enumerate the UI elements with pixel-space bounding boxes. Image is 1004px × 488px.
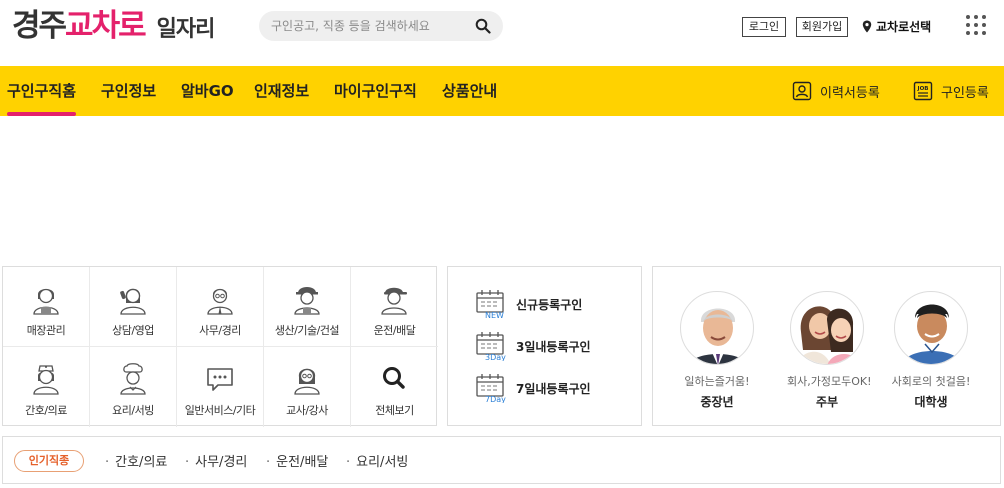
- persona-name: 중장년: [700, 395, 734, 409]
- resume-register-link[interactable]: 이력서등록: [792, 66, 880, 116]
- popular-keyword[interactable]: 사무/경리: [185, 451, 247, 470]
- calendar-icon: 7Day: [476, 374, 506, 403]
- region-label: 교차로선택: [876, 19, 932, 34]
- nav-item-job-info[interactable]: 구인정보: [101, 66, 156, 116]
- job-post-icon: JOB: [913, 81, 933, 101]
- popular-keyword[interactable]: 운전/배달: [266, 451, 328, 470]
- main-nav: 구인구직홈 구인정보 알바GO 인재정보 마이구인구직 상품안내 이력서등록 J…: [0, 66, 1004, 116]
- popular-keyword[interactable]: 간호/의료: [105, 451, 167, 470]
- search-icon[interactable]: [475, 18, 491, 34]
- cal-tag: NEW: [485, 311, 504, 319]
- category-label: 상담/영업: [112, 324, 154, 337]
- nav-item-my-page[interactable]: 마이구인구직: [334, 66, 417, 116]
- category-label: 매장관리: [26, 324, 66, 337]
- persona-subtitle: 일하는즐거움!: [684, 375, 750, 388]
- construction-worker-icon: [294, 287, 320, 315]
- nav-item-albago[interactable]: 알바GO: [181, 66, 234, 116]
- persona-subtitle: 사회로의 첫걸음!: [891, 375, 971, 388]
- persona-panel: 일하는즐거움! 중장년 회사,가정모두OK! 주부 사회로의 첫걸음! 대학생: [652, 266, 1001, 426]
- site-logo[interactable]: 경주 교차로 일자리: [12, 6, 215, 46]
- avatar: [790, 291, 864, 365]
- new-jobs-link[interactable]: NEW 신규등록구인: [476, 289, 582, 319]
- reg-label: 7일내등록구인: [516, 381, 591, 396]
- logo-city: 경주: [12, 8, 67, 44]
- header: 경주 교차로 일자리 로그인 회원가입 교차로선택: [0, 0, 1004, 66]
- category-office[interactable]: 사무/경리: [177, 267, 264, 347]
- persona-homemaker[interactable]: 회사,가정모두OK! 주부: [787, 291, 872, 410]
- category-label: 간호/의료: [25, 404, 67, 417]
- location-pin-icon: [862, 20, 872, 32]
- category-service[interactable]: 일반서비스/기타: [177, 347, 264, 427]
- login-button[interactable]: 로그인: [742, 17, 786, 37]
- consultant-icon: [120, 288, 146, 315]
- calendar-icon: NEW: [476, 290, 504, 319]
- persona-senior[interactable]: 일하는즐거움! 중장년: [677, 291, 757, 410]
- chat-icon: [207, 368, 233, 391]
- category-label: 요리/서빙: [112, 404, 154, 417]
- resume-icon: [792, 81, 812, 101]
- driver-icon: [381, 287, 407, 315]
- search-icon: [383, 367, 405, 389]
- category-teacher[interactable]: 교사/강사: [264, 347, 351, 427]
- avatar: [894, 291, 968, 365]
- nurse-icon: [33, 365, 59, 395]
- nav-item-talent-info[interactable]: 인재정보: [254, 66, 309, 116]
- reg-label: 신규등록구인: [516, 297, 583, 312]
- job-register-link[interactable]: JOB 구인등록: [913, 66, 989, 116]
- 3day-jobs-link[interactable]: 3Day 3일내등록구인: [476, 331, 591, 361]
- category-label: 교사/강사: [286, 404, 328, 417]
- category-driver[interactable]: 운전/배달: [351, 267, 438, 347]
- category-label: 생산/기술/건설: [274, 324, 340, 337]
- search-box: [259, 11, 503, 41]
- popular-jobs-bar: 인기직종 간호/의료 사무/경리 운전/배달 요리/서빙: [2, 436, 1001, 484]
- category-panel: 매장관리 상담/영업 사무/경리 생산/기술/건설 운전/배달 간호/의료 요리…: [2, 266, 438, 427]
- search-input[interactable]: [271, 15, 467, 37]
- category-label: 전체보기: [375, 404, 414, 417]
- all-menu-icon[interactable]: [966, 15, 986, 35]
- logo-section: 일자리: [156, 17, 216, 42]
- office-worker-icon: [207, 288, 233, 315]
- cal-tag: 3Day: [485, 353, 506, 361]
- nav-item-products[interactable]: 상품안내: [442, 66, 497, 116]
- category-label: 운전/배달: [373, 324, 416, 337]
- chef-icon: [120, 363, 146, 395]
- persona-student[interactable]: 사회로의 첫걸음! 대학생: [891, 291, 971, 410]
- reg-label: 3일내등록구인: [516, 339, 591, 354]
- nav-item-home[interactable]: 구인구직홈: [7, 66, 77, 116]
- calendar-icon: 3Day: [476, 332, 506, 361]
- category-consult[interactable]: 상담/영업: [90, 267, 177, 347]
- job-register-label: 구인등록: [941, 85, 989, 101]
- store-clerk-icon: [33, 288, 59, 315]
- persona-name: 대학생: [914, 395, 948, 409]
- popular-keyword[interactable]: 요리/서빙: [346, 451, 408, 470]
- 7day-jobs-link[interactable]: 7Day 7일내등록구인: [476, 373, 591, 403]
- popular-badge: 인기직종: [14, 450, 84, 472]
- persona-subtitle: 회사,가정모두OK!: [787, 375, 872, 388]
- cal-tag: 7Day: [485, 395, 506, 403]
- resume-register-label: 이력서등록: [820, 85, 880, 101]
- category-cook[interactable]: 요리/서빙: [90, 347, 177, 427]
- category-store[interactable]: 매장관리: [3, 267, 90, 347]
- teacher-icon: [294, 368, 320, 395]
- category-construction[interactable]: 생산/기술/건설: [264, 267, 351, 347]
- signup-button[interactable]: 회원가입: [796, 17, 848, 37]
- region-select[interactable]: 교차로선택: [862, 17, 931, 35]
- avatar: [680, 291, 754, 365]
- category-label: 일반서비스/기타: [184, 404, 256, 417]
- category-nurse[interactable]: 간호/의료: [3, 347, 90, 427]
- logo-brand: 교차로: [65, 8, 147, 44]
- recent-jobs-panel: NEW 신규등록구인 3Day 3일내등록구인 7Day 7일내등록구인: [447, 266, 642, 426]
- svg-text:JOB: JOB: [917, 86, 929, 92]
- category-all[interactable]: 전체보기: [351, 347, 438, 427]
- persona-name: 주부: [815, 395, 839, 409]
- category-label: 사무/경리: [199, 324, 241, 337]
